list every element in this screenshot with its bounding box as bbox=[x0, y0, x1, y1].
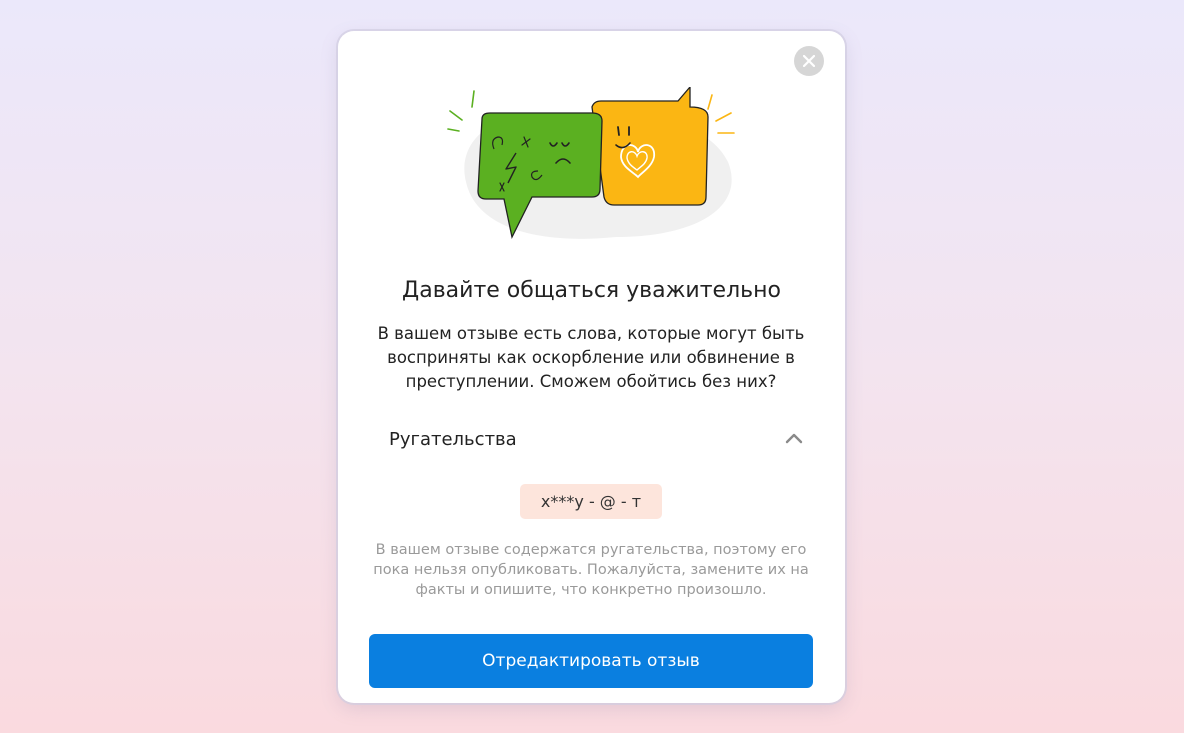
speech-bubbles-illustration bbox=[447, 87, 735, 239]
close-icon bbox=[803, 55, 815, 67]
close-button[interactable] bbox=[794, 46, 824, 76]
respectful-communication-dialog: Давайте общаться уважительно В вашем отз… bbox=[338, 31, 845, 703]
hint-text: В вашем отзыве содержатся ругательства, … bbox=[373, 542, 809, 598]
dialog-message: В вашем отзыве есть слова, которые могут… bbox=[377, 324, 805, 391]
edit-review-button[interactable]: Отредактировать отзыв bbox=[369, 634, 813, 688]
profanity-section-toggle[interactable]: Ругательства bbox=[368, 423, 814, 455]
section-label: Ругательства bbox=[389, 428, 517, 450]
chevron-up-icon bbox=[785, 433, 803, 444]
flagged-words-badge: х***у - @ - т bbox=[520, 484, 662, 519]
dialog-title: Давайте общаться уважительно bbox=[402, 278, 781, 303]
background: Давайте общаться уважительно В вашем отз… bbox=[0, 0, 1184, 733]
